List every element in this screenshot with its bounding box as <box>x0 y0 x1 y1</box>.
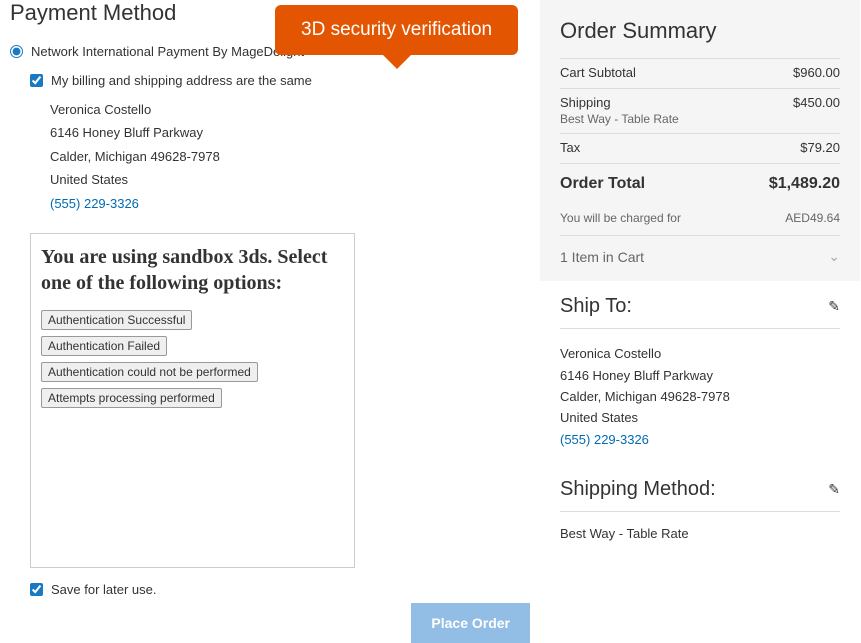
edit-shipto-icon[interactable]: ✎ <box>828 298 840 315</box>
sandbox-3ds-frame: You are using sandbox 3ds. Select one of… <box>30 233 355 568</box>
billing-name: Veronica Costello <box>50 98 530 121</box>
save-later-checkbox[interactable] <box>30 583 43 596</box>
attempts-processing-button[interactable]: Attempts processing performed <box>41 388 222 408</box>
tax-value: $79.20 <box>800 140 840 157</box>
payment-radio-networkintl[interactable] <box>10 45 23 58</box>
charged-label: You will be charged for <box>560 211 681 225</box>
shipto-name: Veronica Costello <box>560 343 840 364</box>
billing-country: United States <box>50 168 530 191</box>
cart-items-count: 1 Item in Cart <box>560 249 644 265</box>
sandbox-title: You are using sandbox 3ds. Select one of… <box>41 244 344 296</box>
payment-radio-label: Network International Payment By MageDel… <box>31 44 304 59</box>
shipto-title: Ship To: <box>560 295 632 318</box>
shipto-citystate: Calder, Michigan 49628-7978 <box>560 386 840 407</box>
billing-phone[interactable]: (555) 229-3326 <box>50 192 530 215</box>
shipto-phone[interactable]: (555) 229-3326 <box>560 429 840 450</box>
shipmethod-title: Shipping Method: <box>560 478 716 501</box>
shipmethod-value: Best Way - Table Rate <box>560 526 840 541</box>
shipping-value: $450.00 <box>793 95 840 127</box>
order-summary-title: Order Summary <box>560 18 840 44</box>
edit-shipmethod-icon[interactable]: ✎ <box>828 481 840 498</box>
order-total-value: $1,489.20 <box>769 174 840 195</box>
subtotal-label: Cart Subtotal <box>560 65 636 82</box>
shipto-street: 6146 Honey Bluff Parkway <box>560 365 840 386</box>
same-address-checkbox[interactable] <box>30 74 43 87</box>
auth-success-button[interactable]: Authentication Successful <box>41 310 192 330</box>
cart-items-toggle[interactable]: 1 Item in Cart ⌄ <box>560 235 840 267</box>
subtotal-value: $960.00 <box>793 65 840 82</box>
same-address-label: My billing and shipping address are the … <box>51 73 312 88</box>
auth-failed-button[interactable]: Authentication Failed <box>41 336 167 356</box>
shipping-label: Shipping <box>560 95 679 112</box>
charged-value: AED49.64 <box>785 211 840 225</box>
shipto-country: United States <box>560 407 840 428</box>
order-total-label: Order Total <box>560 174 645 195</box>
chevron-down-icon: ⌄ <box>828 248 840 265</box>
shipping-subline: Best Way - Table Rate <box>560 112 679 128</box>
save-later-label: Save for later use. <box>51 582 157 597</box>
billing-citystate: Calder, Michigan 49628-7978 <box>50 145 530 168</box>
auth-notperformed-button[interactable]: Authentication could not be performed <box>41 362 258 382</box>
billing-street: 6146 Honey Bluff Parkway <box>50 121 530 144</box>
place-order-button[interactable]: Place Order <box>411 603 530 643</box>
tax-label: Tax <box>560 140 580 157</box>
tooltip-3ds: 3D security verification <box>275 5 518 55</box>
